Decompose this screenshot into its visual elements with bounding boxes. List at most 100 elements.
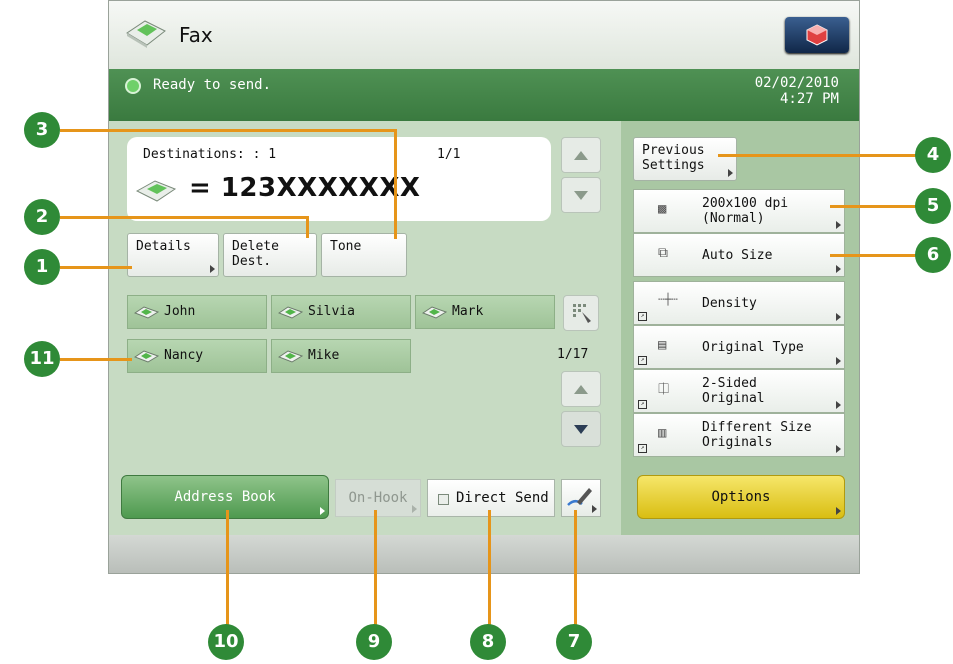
two-sided-label: 2-Sided [702,376,757,391]
settings-panel: Previous Settings ▩ 200x100 dpi (Normal)… [621,121,859,535]
callout-leader-10 [226,510,229,628]
address-item-mark[interactable]: Mark [415,295,555,329]
resolution-icon: ▩ [658,201,667,217]
address-page: 1/17 [557,347,589,362]
callout-6: 6 [915,237,951,273]
destinations-label: Destinations: : 1 [143,147,277,162]
resolution-button[interactable]: ▩ 200x100 dpi (Normal) [633,189,845,233]
different-size-originals-button[interactable]: ▥ Different Size Originals ↗ [633,413,845,457]
callout-7: 7 [556,624,592,660]
address-item-silvia[interactable]: Silvia [271,295,411,329]
callout-leader-3 [60,129,396,132]
density-button[interactable]: ┄┼┄ Density ↗ [633,281,845,325]
address-scroll-down-button[interactable] [561,411,601,447]
destination-number[interactable]: = 123XXXXXXX [189,173,420,203]
tone-label: Tone [330,239,362,254]
resolution-label-2: (Normal) [702,211,765,226]
direct-send-button[interactable]: Direct Send [427,479,555,517]
callout-leader-7 [574,510,577,628]
callout-leader-2 [60,216,308,219]
address-item-john[interactable]: John [127,295,267,329]
destinations-page: 1/1 [437,147,461,162]
fax-icon [134,350,160,363]
previous-settings-label: Previous [642,143,705,158]
fax-icon [135,180,177,202]
callout-leader-1 [60,266,132,269]
fax-icon [422,306,448,319]
status-datetime: 02/02/2010 4:27 PM [709,75,839,107]
address-label: Mark [452,304,484,319]
address-label: John [164,304,196,319]
stop-button[interactable] [785,17,849,53]
details-button[interactable]: Details [127,233,219,277]
address-label: Silvia [308,304,355,319]
address-scroll-up-button[interactable] [561,371,601,407]
on-hook-button[interactable]: On-Hook [335,479,421,517]
fax-icon [278,306,304,319]
callout-leader-4 [718,154,920,157]
title-bar: Fax [109,1,859,69]
address-item-nancy[interactable]: Nancy [127,339,267,373]
address-book-button[interactable]: Address Book [121,475,329,519]
direct-send-checkbox[interactable] [438,494,449,505]
two-sided-original-button[interactable]: ⎅ 2-Sided Original ↗ [633,369,845,413]
two-sided-icon: ⎅ [658,381,670,397]
different-size-label-2: Originals [702,435,773,450]
fax-icon [126,20,166,48]
callout-8: 8 [470,624,506,660]
previous-settings-label-2: Settings [642,158,705,173]
callout-3: 3 [24,112,60,148]
scan-size-icon: ⧉ [658,245,668,261]
fax-icon [134,306,160,319]
different-size-icon: ▥ [658,425,667,441]
address-item-mike[interactable]: Mike [271,339,411,373]
direct-send-label: Direct Send [456,490,549,506]
stop-icon [806,24,828,46]
address-book-label: Address Book [174,489,276,505]
dest-scroll-up-button[interactable] [561,137,601,173]
resolution-label: 200x100 dpi [702,196,789,211]
scan-size-button[interactable]: ⧉ Auto Size [633,233,845,277]
different-size-label: Different Size [702,420,812,435]
grid-view-icon [573,304,591,323]
fax-icon [278,350,304,363]
callout-11: 11 [24,341,60,377]
delete-dest-button[interactable]: Delete Dest. [223,233,317,277]
callout-leader-3-v [394,129,397,239]
shortcut-icon: ↗ [638,356,647,365]
details-label: Details [136,239,191,254]
callout-leader-8 [488,510,491,628]
callout-1: 1 [24,249,60,285]
status-ok-icon [125,78,141,94]
main-area: Destinations: : 1 1/1 = 123XXXXXXX Detai… [109,121,859,535]
original-type-icon: ▤ [658,337,667,353]
delete-dest-label: Delete [232,239,279,254]
address-view-toggle-button[interactable] [563,295,599,331]
original-type-label: Original Type [702,340,804,355]
status-date: 02/02/2010 [754,75,839,91]
window-title: Fax [179,23,213,47]
density-label: Density [702,296,757,311]
options-button[interactable]: Options [637,475,845,519]
callout-leader-11 [60,358,132,361]
previous-settings-button[interactable]: Previous Settings [633,137,737,181]
dest-scroll-down-button[interactable] [561,177,601,213]
options-label: Options [711,489,771,505]
pen-button[interactable] [561,479,601,517]
tone-button[interactable]: Tone [321,233,407,277]
status-bar: Ready to send. 02/02/2010 4:27 PM [109,69,859,121]
address-label: Mike [308,348,340,363]
bottom-bar [109,535,859,573]
on-hook-label: On-Hook [348,490,408,506]
status-message: Ready to send. [153,77,272,93]
destination-box: Destinations: : 1 1/1 = 123XXXXXXX [127,137,551,221]
original-type-button[interactable]: ▤ Original Type ↗ [633,325,845,369]
callout-9: 9 [356,624,392,660]
callout-4: 4 [915,137,951,173]
address-label: Nancy [164,348,204,363]
status-time: 4:27 PM [779,91,839,107]
callout-leader-2-v [306,216,309,238]
fax-screen: Fax Ready to send. 02/02/2010 4:27 PM De… [108,0,860,574]
density-icon: ┄┼┄ [658,293,678,306]
callout-leader-5 [830,205,920,208]
